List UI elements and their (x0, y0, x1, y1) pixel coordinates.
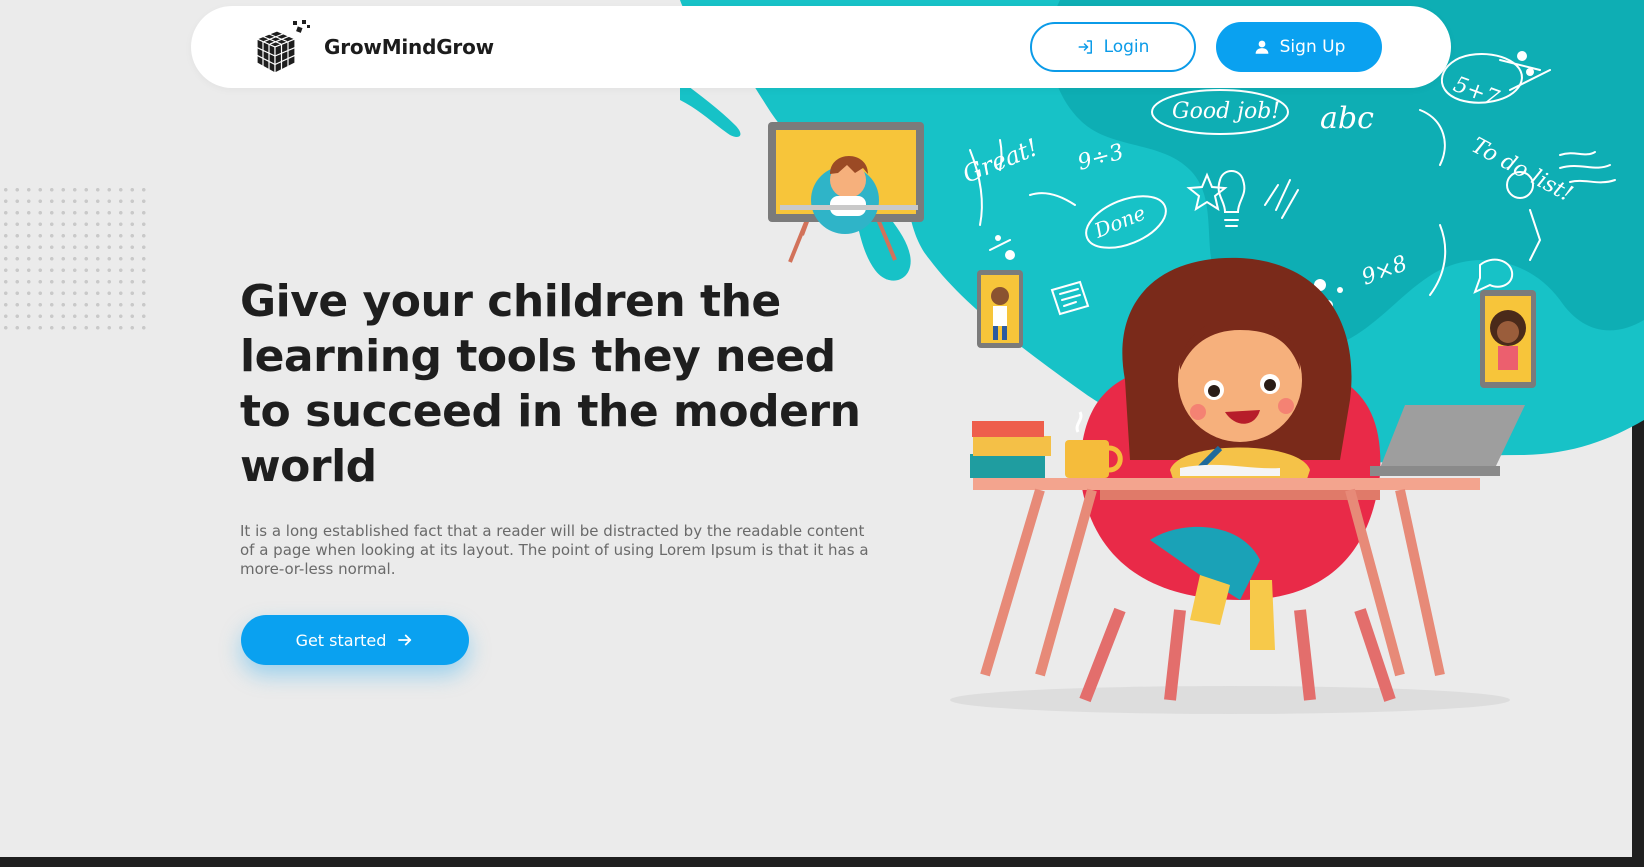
get-started-button[interactable]: Get started (241, 615, 469, 665)
svg-text:Good job!: Good job! (1172, 99, 1280, 124)
phone-call-left (977, 270, 1023, 348)
books-stack (970, 421, 1051, 478)
rubiks-cube-logo[interactable] (249, 17, 311, 79)
svg-text:abc: abc (1320, 101, 1374, 136)
get-started-label: Get started (295, 630, 387, 650)
user-icon (1255, 40, 1269, 54)
signup-label: Sign Up (1279, 37, 1346, 57)
hero-title: Give your children the learning tools th… (240, 276, 861, 492)
login-label: Login (1103, 37, 1150, 57)
top-navbar: GrowMindGrow Login Sign Up (191, 6, 1451, 88)
girl-character (1122, 257, 1352, 650)
phone-call-right (1480, 290, 1536, 388)
hero-description: It is a long established fact that a rea… (240, 522, 869, 578)
login-button[interactable]: Login (1030, 22, 1196, 72)
arrow-right-icon (398, 634, 412, 646)
window-edge-bottom (0, 857, 1644, 867)
brand-name[interactable]: GrowMindGrow (324, 35, 494, 59)
signup-button[interactable]: Sign Up (1216, 22, 1382, 72)
dot-pattern-decoration (0, 184, 148, 334)
login-icon (1078, 40, 1092, 54)
